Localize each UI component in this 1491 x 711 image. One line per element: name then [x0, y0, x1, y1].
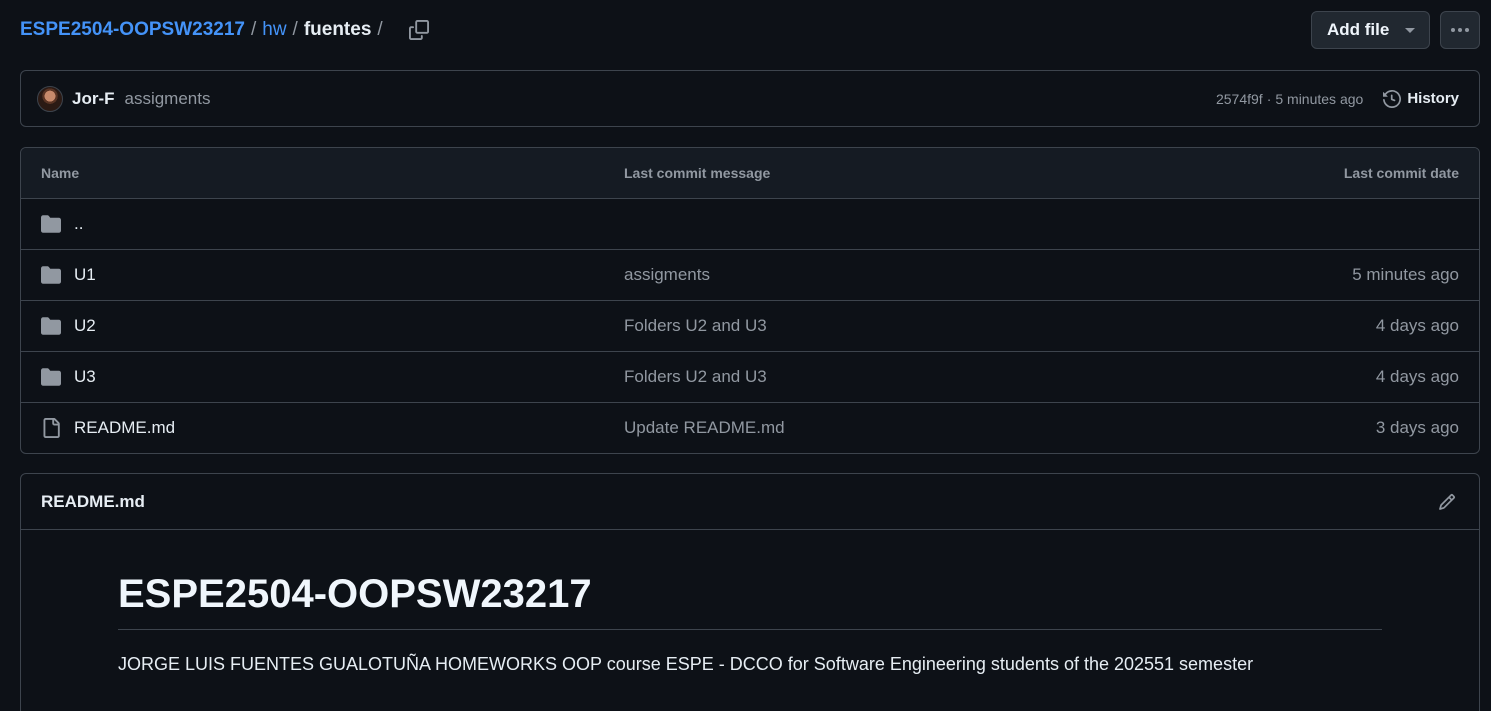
readme-panel: README.md ESPE2504-OOPSW23217 JORGE LUIS…: [20, 473, 1480, 711]
breadcrumb-separator: /: [292, 19, 298, 40]
add-file-button[interactable]: Add file: [1311, 11, 1430, 49]
table-row[interactable]: README.md Update README.md 3 days ago: [21, 403, 1479, 453]
folder-icon: [41, 367, 61, 387]
row-commit-date: 4 days ago: [1375, 367, 1459, 386]
latest-commit-bar: Jor-F assigments 2574f9f · 5 minutes ago…: [20, 70, 1480, 127]
folder-icon: [41, 265, 61, 285]
commit-meta-separator: ·: [1266, 90, 1272, 107]
file-name[interactable]: ..: [74, 214, 83, 234]
chevron-down-icon: [1405, 27, 1415, 33]
breadcrumb-folder-link[interactable]: hw: [262, 19, 286, 41]
readme-title[interactable]: README.md: [41, 492, 145, 512]
row-commit-message[interactable]: Folders U2 and U3: [624, 316, 767, 335]
row-commit-date: 3 days ago: [1375, 418, 1459, 437]
readme-paragraph: JORGE LUIS FUENTES GUALOTUÑA HOMEWORKS O…: [118, 654, 1254, 674]
history-icon: [1383, 89, 1402, 108]
breadcrumb-repo-link[interactable]: ESPE2504-OOPSW23217: [20, 19, 245, 41]
folder-icon: [41, 316, 61, 336]
top-bar-actions: Add file: [1311, 11, 1480, 49]
copy-path-button[interactable]: [405, 16, 433, 44]
row-commit-message[interactable]: assigments: [624, 265, 710, 284]
breadcrumb-current: fuentes: [303, 19, 372, 40]
header-last-commit-date: Last commit date: [1343, 165, 1459, 181]
more-options-button[interactable]: [1440, 11, 1480, 49]
history-label: History: [1407, 90, 1459, 107]
table-row[interactable]: U1 assigments 5 minutes ago: [21, 250, 1479, 301]
file-name[interactable]: U1: [74, 265, 96, 285]
pencil-icon: [1439, 493, 1455, 510]
table-header: Name Last commit message Last commit dat…: [21, 148, 1479, 199]
folder-icon: [41, 214, 61, 234]
row-commit-date: 5 minutes ago: [1352, 265, 1459, 284]
readme-heading: ESPE2504-OOPSW23217: [118, 572, 1382, 630]
edit-readme-button[interactable]: [1435, 490, 1459, 514]
header-name: Name: [41, 165, 80, 181]
file-name[interactable]: U3: [74, 367, 96, 387]
row-commit-message[interactable]: Folders U2 and U3: [624, 367, 767, 386]
add-file-label: Add file: [1327, 20, 1390, 39]
commit-time: 5 minutes ago: [1275, 90, 1364, 107]
table-row[interactable]: U2 Folders U2 and U3 4 days ago: [21, 301, 1479, 352]
avatar[interactable]: [37, 85, 63, 112]
commit-meta: 2574f9f · 5 minutes ago History: [1216, 89, 1459, 108]
kebab-icon: [1451, 28, 1469, 32]
table-row-parent[interactable]: ..: [21, 199, 1479, 250]
breadcrumb-separator: /: [377, 19, 383, 40]
readme-content: ESPE2504-OOPSW23217 JORGE LUIS FUENTES G…: [21, 530, 1479, 675]
file-name[interactable]: U2: [74, 316, 96, 336]
file-name[interactable]: README.md: [74, 418, 175, 438]
commit-author[interactable]: Jor-F: [72, 89, 115, 109]
row-commit-message[interactable]: Update README.md: [624, 418, 785, 437]
readme-header: README.md: [21, 474, 1479, 530]
commit-message[interactable]: assigments: [125, 89, 211, 109]
history-button[interactable]: History: [1383, 89, 1459, 108]
repo-browser-page: ESPE2504-OOPSW23217 / hw / fuentes / Add…: [0, 0, 1491, 711]
file-table: Name Last commit message Last commit dat…: [20, 147, 1480, 454]
file-icon: [41, 418, 61, 438]
breadcrumb-separator: /: [250, 19, 257, 40]
row-commit-date: 4 days ago: [1375, 316, 1459, 335]
copy-icon: [408, 20, 429, 40]
breadcrumb: ESPE2504-OOPSW23217 / hw / fuentes /: [20, 10, 433, 50]
commit-sha[interactable]: 2574f9f: [1216, 91, 1263, 107]
header-last-commit-message: Last commit message: [624, 165, 771, 181]
table-row[interactable]: U3 Folders U2 and U3 4 days ago: [21, 352, 1479, 403]
top-bar: ESPE2504-OOPSW23217 / hw / fuentes / Add…: [20, 10, 1480, 50]
